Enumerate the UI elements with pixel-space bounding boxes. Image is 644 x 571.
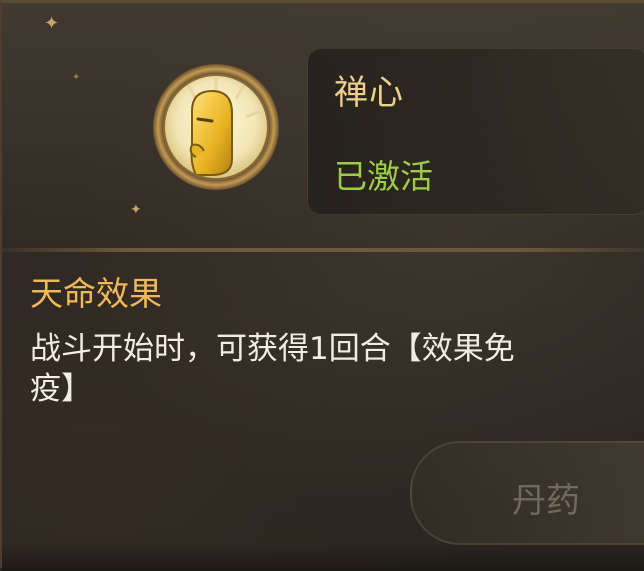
- monk-emblem-icon: [153, 64, 279, 190]
- talent-panel: ✦ ✦ ✦ 禅心 已激活 天命效果 战斗开始时，可获得1回合【效果免 疫】 丹药: [0, 0, 644, 571]
- sparkle-icon: ✦: [44, 13, 60, 34]
- talent-name: 禅心: [334, 73, 404, 113]
- sparkle-icon: ✦: [130, 202, 142, 218]
- divider: [2, 248, 644, 252]
- sparkle-icon: ✦: [72, 72, 81, 83]
- elixir-button-label: 丹药: [512, 481, 580, 521]
- effect-description-line: 疫】: [30, 371, 92, 407]
- talent-status: 已激活: [334, 157, 433, 196]
- effect-description: 战斗开始时，可获得1回合【效果免 疫】: [30, 329, 620, 409]
- effect-title: 天命效果: [30, 274, 162, 313]
- effect-description-line: 战斗开始时，可获得1回合【效果免: [30, 331, 515, 367]
- elixir-button[interactable]: 丹药: [410, 441, 644, 545]
- bottom-shadow: [2, 543, 644, 571]
